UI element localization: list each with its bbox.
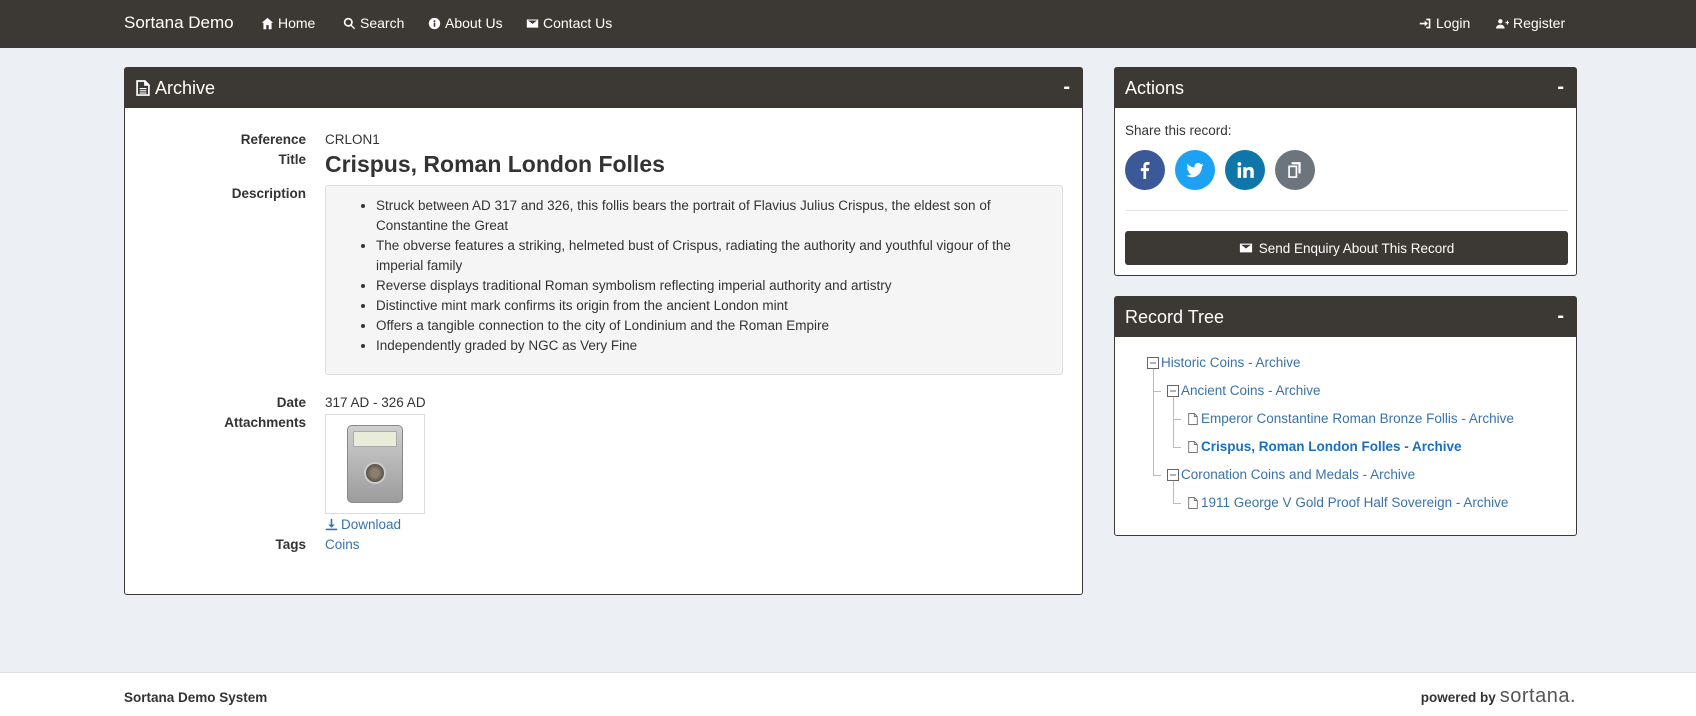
actions-divider — [1125, 210, 1568, 211]
nav-home[interactable]: Home — [261, 15, 315, 31]
download-label: Download — [341, 517, 402, 532]
nav-login[interactable]: Login — [1419, 15, 1470, 31]
record-title: Crispus, Roman London Folles — [325, 151, 665, 177]
download-icon — [325, 518, 338, 531]
copy-icon — [1288, 162, 1301, 178]
tree-connector — [1153, 365, 1154, 475]
record-tree-panel-title: Record Tree — [1125, 306, 1225, 327]
sortana-logo-link[interactable]: sortana. — [1500, 685, 1576, 708]
tag-link-coins[interactable]: Coins — [325, 537, 360, 552]
tree-item-label: Historic Coins - Archive — [1161, 355, 1301, 370]
info-icon — [428, 17, 441, 29]
description-item: The obverse features a striking, helmete… — [376, 236, 1048, 276]
collapse-square-icon — [1167, 468, 1179, 481]
twitter-icon — [1186, 162, 1204, 178]
nav-register-label: Register — [1513, 15, 1566, 31]
description-item: Reverse displays traditional Roman symbo… — [376, 276, 1048, 296]
archive-collapse-button[interactable]: - — [1063, 76, 1070, 99]
description-item: Offers a tangible connection to the city… — [376, 316, 1048, 336]
tree-item-crispus-current[interactable]: Crispus, Roman London Folles - Archive — [1187, 439, 1462, 454]
tree-item-label: Coronation Coins and Medals - Archive — [1181, 467, 1416, 482]
record-tree-collapse-button[interactable]: - — [1557, 305, 1564, 328]
nav-search[interactable]: Search — [343, 15, 404, 31]
user-plus-icon — [1496, 18, 1509, 29]
tree-connector — [1173, 419, 1181, 420]
brand-link[interactable]: Sortana Demo — [124, 13, 234, 33]
envelope-icon — [526, 18, 539, 28]
file-icon — [1188, 440, 1198, 453]
tree-item-label: 1911 George V Gold Proof Half Sovereign … — [1201, 495, 1509, 510]
tags-label: Tags — [275, 537, 306, 552]
tree-connector — [1173, 447, 1181, 448]
powered-by-text: powered by — [1420, 690, 1496, 705]
envelope-icon — [1239, 243, 1252, 253]
send-enquiry-button[interactable]: Send Enquiry About This Record — [1125, 231, 1568, 265]
record-tree-panel: Record Tree - Historic Coins - Archive A… — [1114, 296, 1577, 536]
reference-label: Reference — [240, 132, 306, 147]
footer-powered-by: powered by sortana. — [1421, 685, 1576, 708]
tree-item-coronation-coins[interactable]: Coronation Coins and Medals - Archive — [1167, 467, 1415, 482]
file-icon — [1188, 412, 1198, 425]
share-facebook-button[interactable] — [1125, 150, 1165, 190]
linkedin-icon — [1237, 162, 1254, 178]
share-label: Share this record: — [1125, 123, 1232, 138]
nav-contact-label: Contact Us — [543, 15, 613, 31]
tree-item-constantine-follis[interactable]: Emperor Constantine Roman Bronze Follis … — [1187, 411, 1514, 426]
nav-contact[interactable]: Contact Us — [526, 15, 612, 31]
description-item: Independently graded by NGC as Very Fine — [376, 336, 1048, 356]
facebook-icon — [1140, 161, 1150, 179]
nav-about-label: About Us — [445, 15, 503, 31]
actions-panel-header: Actions - — [1115, 68, 1576, 108]
share-twitter-button[interactable] — [1175, 150, 1215, 190]
tree-connector — [1153, 475, 1161, 476]
tree-connector — [1173, 481, 1174, 503]
file-icon — [1188, 496, 1198, 509]
description-box: Struck between AD 317 and 326, this foll… — [325, 185, 1063, 375]
tree-connector — [1173, 397, 1174, 447]
date-value: 317 AD - 326 AD — [325, 395, 426, 410]
navbar: Sortana Demo Home Search About Us Contac… — [0, 0, 1696, 48]
tree-item-ancient-coins[interactable]: Ancient Coins - Archive — [1167, 383, 1321, 398]
tree-item-historic-coins[interactable]: Historic Coins - Archive — [1147, 355, 1301, 370]
tree-item-label: Emperor Constantine Roman Bronze Follis … — [1201, 411, 1514, 426]
footer: Sortana Demo System powered by sortana. — [0, 672, 1696, 716]
download-link[interactable]: Download — [325, 517, 401, 532]
record-tree-panel-header: Record Tree - — [1115, 297, 1576, 337]
attachment-thumbnail[interactable] — [325, 414, 425, 514]
actions-collapse-button[interactable]: - — [1557, 76, 1564, 99]
tree-item-george-v-sovereign[interactable]: 1911 George V Gold Proof Half Sovereign … — [1187, 495, 1508, 510]
login-icon — [1419, 18, 1431, 28]
description-label: Description — [231, 186, 306, 201]
tree-item-label: Crispus, Roman London Folles - Archive — [1201, 439, 1462, 454]
title-label: Title — [278, 152, 306, 167]
date-label: Date — [276, 395, 306, 410]
collapse-square-icon — [1167, 384, 1179, 397]
tree-item-label: Ancient Coins - Archive — [1181, 383, 1321, 398]
archive-panel: Archive - Reference Title Description Da… — [124, 67, 1083, 595]
nav-home-label: Home — [278, 15, 316, 31]
search-icon — [343, 17, 356, 29]
nav-login-label: Login — [1436, 15, 1471, 31]
share-linkedin-button[interactable] — [1225, 150, 1265, 190]
coin-slab-image — [347, 425, 403, 503]
nav-search-label: Search — [360, 15, 405, 31]
attachments-label: Attachments — [224, 415, 306, 430]
nav-register[interactable]: Register — [1496, 15, 1565, 31]
collapse-square-icon — [1147, 356, 1159, 369]
description-item: Distinctive mint mark confirms its origi… — [376, 296, 1048, 316]
reference-value: CRLON1 — [325, 132, 380, 147]
nav-about[interactable]: About Us — [428, 15, 503, 31]
description-item: Struck between AD 317 and 326, this foll… — [376, 196, 1048, 236]
send-enquiry-label: Send Enquiry About This Record — [1258, 240, 1455, 256]
tree-connector — [1173, 503, 1181, 504]
footer-system-name: Sortana Demo System — [124, 690, 268, 705]
actions-panel: Actions - Share this record: Send Enquir… — [1114, 67, 1577, 276]
copy-link-button[interactable] — [1275, 150, 1315, 190]
home-icon — [261, 17, 274, 29]
tree-connector — [1153, 391, 1161, 392]
actions-panel-title: Actions — [1125, 77, 1185, 98]
